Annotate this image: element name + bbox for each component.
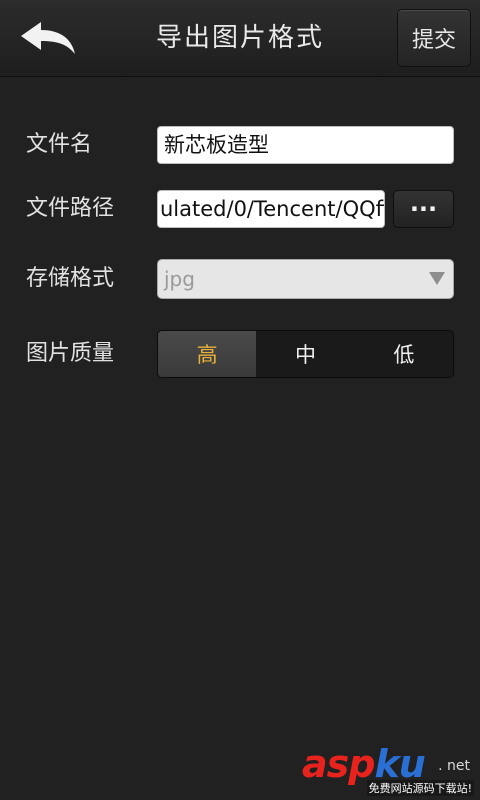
browse-path-button[interactable]: ··· (393, 190, 454, 228)
submit-button[interactable]: 提交 (397, 9, 471, 67)
back-arrow-icon (21, 22, 75, 54)
export-image-format-screen: 导出图片格式 提交 文件名 新芯板造型 文件路径 ulated/0/Tencen… (0, 0, 480, 800)
filepath-input[interactable]: ulated/0/Tencent/QQfile_ (157, 190, 385, 228)
format-selected-value: jpg (164, 267, 195, 291)
watermark-logo: aspku (302, 742, 426, 786)
watermark-subtitle: 免费网站源码下载站! (366, 780, 474, 796)
quality-option-medium[interactable]: 中 (256, 331, 354, 377)
dropdown-arrow-icon (429, 272, 445, 285)
quality-segmented-control: 高 中 低 (157, 330, 454, 378)
back-button[interactable] (8, 8, 88, 68)
header-bar: 导出图片格式 提交 (0, 0, 480, 77)
watermark-tld: . net (438, 758, 470, 774)
filename-input[interactable]: 新芯板造型 (157, 126, 454, 164)
filename-label: 文件名 (26, 132, 93, 157)
format-select[interactable]: jpg (157, 259, 454, 299)
quality-option-low[interactable]: 低 (355, 331, 453, 377)
site-watermark: aspku . net 免费网站源码下载站! (302, 744, 474, 796)
page-title: 导出图片格式 (155, 23, 324, 53)
quality-option-high[interactable]: 高 (158, 331, 257, 377)
filepath-label: 文件路径 (26, 196, 115, 221)
quality-label: 图片质量 (26, 341, 115, 366)
format-label: 存储格式 (26, 266, 115, 291)
